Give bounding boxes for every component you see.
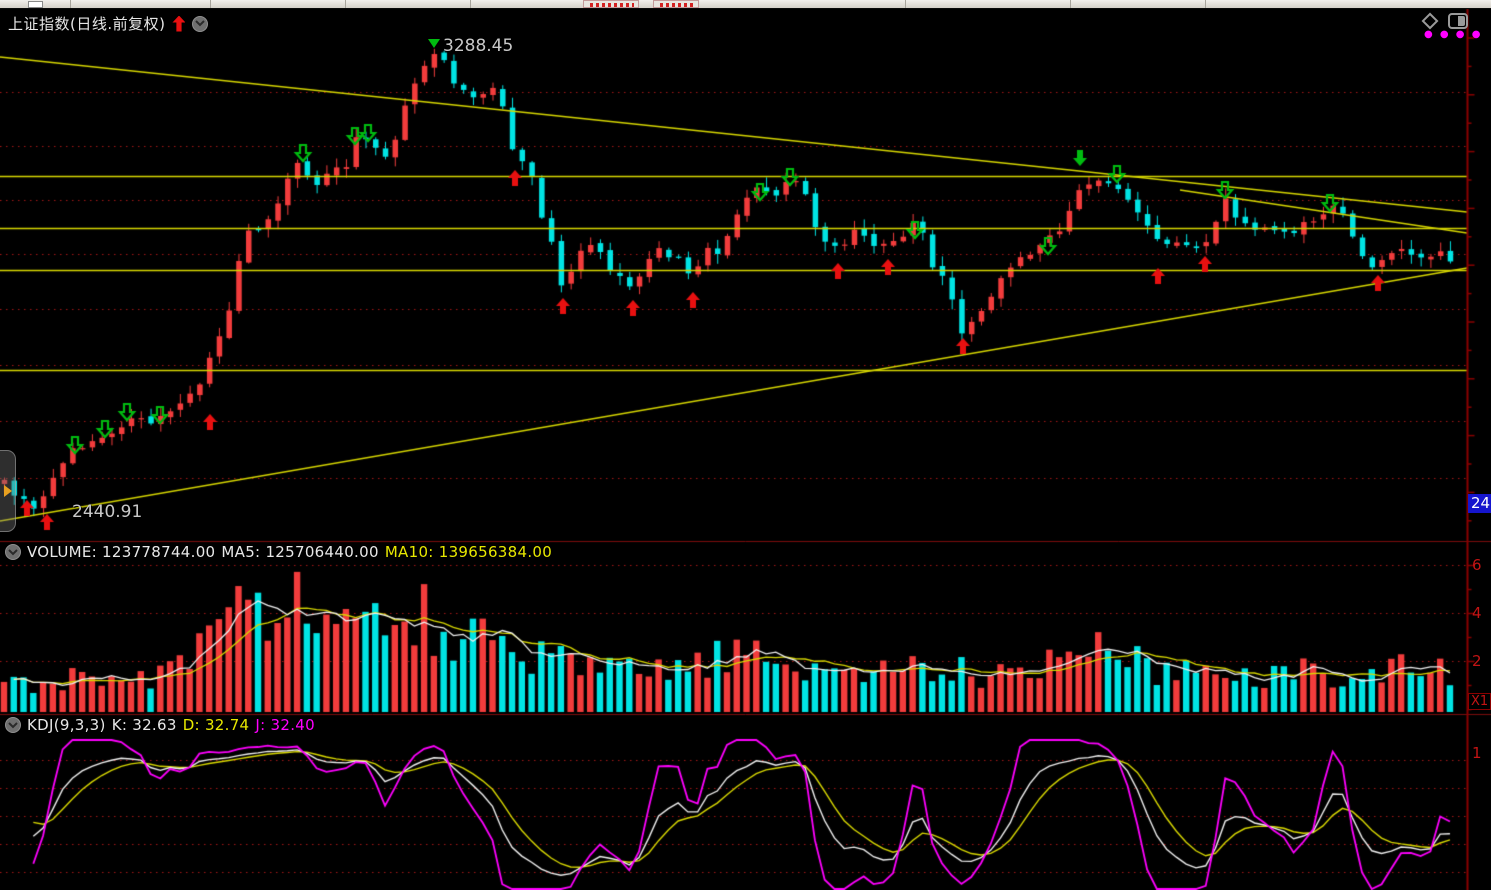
volume-axis-label-6: 6	[1472, 556, 1482, 574]
panel-toggle-icon[interactable]	[1448, 13, 1468, 29]
volume-ma5: MA5: 125706440.00	[221, 543, 378, 561]
kdj-name: KDJ(9,3,3)	[27, 716, 106, 734]
kdj-j-value: J: 32.40	[255, 716, 315, 734]
kdj-header: KDJ(9,3,3) K: 32.63 D: 32.74 J: 32.40	[5, 716, 315, 734]
magenta-dots-icon: ● ● ● ●	[1424, 29, 1482, 40]
peak-price-label: 3288.45	[428, 36, 513, 56]
volume-value: VOLUME: 123778744.00	[27, 543, 215, 561]
volume-axis-label-4: 4	[1472, 604, 1482, 622]
expand-arrow-icon	[4, 485, 12, 497]
kdj-d-value: D: 32.74	[183, 716, 250, 734]
menubar-button-red-1[interactable]	[583, 0, 639, 8]
menubar-button-red-2[interactable]	[653, 0, 699, 8]
kdj-k-value: K: 32.63	[112, 716, 177, 734]
volume-collapse-button[interactable]	[5, 544, 21, 560]
title-dropdown-button[interactable]	[192, 16, 208, 32]
sidebar-expand-handle[interactable]	[0, 450, 16, 532]
price-chart-canvas[interactable]	[0, 0, 1491, 890]
volume-axis-label-2: 2	[1472, 652, 1482, 670]
app-window: 上证指数(日线.前复权) ● ● ● ● 3288.45 2440.91 24 …	[0, 0, 1491, 890]
chart-title-bar: 上证指数(日线.前复权)	[8, 13, 208, 34]
menubar-white-box	[28, 1, 43, 8]
volume-axis-multiplier: X1	[1468, 693, 1491, 710]
volume-ma10: MA10: 139656384.00	[385, 543, 552, 561]
right-axis-price-badge: 24	[1468, 494, 1491, 513]
marker-diamond-icon[interactable]	[1424, 15, 1436, 27]
trend-up-arrow-icon	[172, 16, 185, 32]
low-price-label: 2440.91	[72, 502, 142, 522]
volume-header: VOLUME: 123778744.00 MA5: 125706440.00 M…	[5, 543, 552, 561]
kdj-collapse-button[interactable]	[5, 717, 21, 733]
kdj-axis-label: 1	[1472, 744, 1482, 762]
peak-marker-icon	[428, 39, 440, 54]
top-menubar[interactable]	[0, 0, 1491, 9]
chart-title: 上证指数(日线.前复权)	[8, 13, 165, 34]
